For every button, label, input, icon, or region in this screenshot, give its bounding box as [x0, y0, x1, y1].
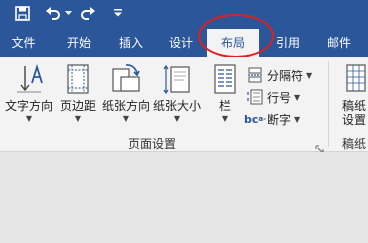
customize-quick-access-button[interactable] — [111, 3, 125, 23]
columns-icon — [214, 64, 236, 94]
hyphenation-icon: bc a- — [243, 112, 267, 126]
paper-size-button[interactable]: 纸张大小 ▼ — [151, 57, 203, 131]
text-direction-button[interactable]: 文字方向 ▼ — [2, 57, 56, 131]
orientation-button[interactable]: 纸张方向 ▼ — [100, 57, 152, 131]
title-bar — [0, 0, 368, 29]
customize-icon — [114, 9, 122, 17]
undo-icon — [46, 7, 60, 20]
breaks-label: 分隔符 — [267, 68, 304, 83]
hyphenation-label: 断字 — [267, 112, 292, 127]
orientation-label: 纸张方向 — [101, 99, 150, 113]
hyphenation-button[interactable]: bc a- 断字 ▼ — [243, 109, 301, 129]
redo-icon — [81, 7, 95, 20]
chevron-down-icon: ▼ — [294, 114, 301, 124]
highlight-circle — [198, 14, 274, 58]
text-direction-icon — [17, 63, 43, 93]
manuscript-icon — [346, 64, 366, 92]
ribbon-tabs: 文件 开始 插入 设计 布局 引用 邮件 — [0, 29, 368, 57]
chevron-down-icon: ▼ — [25, 114, 33, 123]
paper-size-label: 纸张大小 — [152, 99, 201, 113]
paper-size-icon — [163, 64, 190, 95]
chevron-down-icon: ▼ — [221, 114, 229, 123]
margins-label: 页边距 — [59, 99, 96, 113]
chevron-down-icon: ▼ — [294, 92, 301, 102]
save-icon — [14, 5, 30, 21]
page-setup-dialog-launcher[interactable] — [315, 139, 324, 154]
columns-button[interactable]: 栏 ▼ — [206, 57, 244, 131]
undo-button[interactable] — [43, 3, 63, 23]
document-area — [0, 152, 368, 243]
tab-file[interactable]: 文件 — [0, 29, 47, 57]
undo-dropdown[interactable] — [64, 3, 72, 23]
breaks-button[interactable]: 分隔符 ▼ — [246, 65, 312, 85]
chevron-down-icon: ▼ — [74, 114, 82, 123]
manuscript-label: 稿纸 设置 — [342, 99, 367, 127]
save-button[interactable] — [12, 3, 32, 23]
tab-insert[interactable]: 插入 — [108, 29, 154, 57]
tab-home[interactable]: 开始 — [56, 29, 102, 57]
columns-label: 栏 — [218, 99, 231, 113]
line-numbers-button[interactable]: 行号 ▼ — [246, 87, 300, 107]
page-setup-group-label: 页面设置 — [128, 137, 177, 151]
margins-button[interactable]: 页边距 ▼ — [57, 57, 99, 131]
orientation-icon — [112, 64, 140, 92]
chevron-down-icon — [64, 10, 72, 15]
redo-button[interactable] — [78, 3, 98, 23]
manuscript-settings-button[interactable]: 稿纸 设置 — [336, 57, 368, 131]
text-direction-label: 文字方向 — [4, 99, 53, 113]
chevron-down-icon: ▼ — [306, 70, 313, 80]
breaks-icon — [246, 67, 264, 83]
tab-mailings[interactable]: 邮件 — [316, 29, 362, 57]
line-numbers-icon — [246, 89, 264, 105]
chevron-down-icon: ▼ — [173, 114, 181, 123]
line-numbers-label: 行号 — [267, 90, 292, 105]
margins-icon — [67, 64, 89, 94]
ribbon-panel: 文字方向 ▼ 页边距 ▼ 纸张方向 ▼ 纸张大小 ▼ 栏 ▼ 分隔符 ▼ 行号 … — [0, 57, 368, 154]
tab-references[interactable]: 引用 — [268, 29, 312, 57]
group-separator — [328, 61, 329, 147]
tab-design[interactable]: 设计 — [158, 29, 204, 57]
chevron-down-icon: ▼ — [122, 114, 130, 123]
manuscript-group-label: 稿纸 — [342, 137, 367, 151]
